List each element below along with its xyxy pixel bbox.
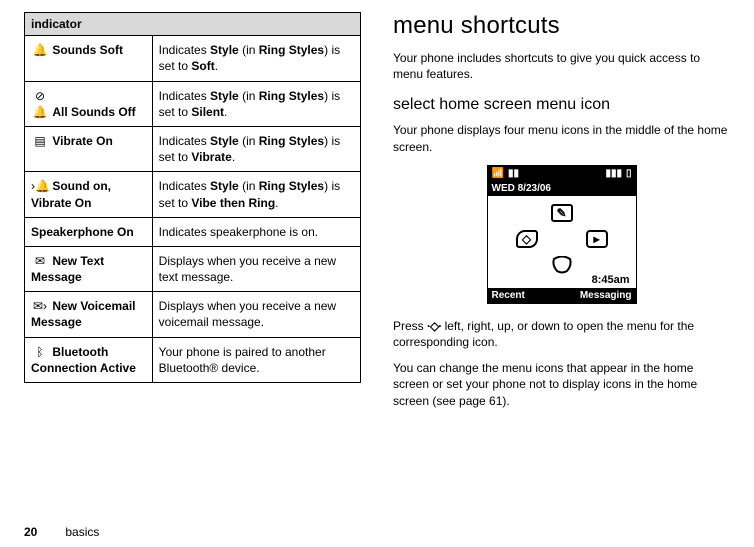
indicator-name: ▤ Vibrate On: [25, 126, 153, 171]
indicator-description: Your phone is paired to another Bluetoot…: [152, 337, 360, 382]
indicator-header: indicator: [25, 13, 361, 36]
heading-select-home-screen: select home screen menu icon: [393, 96, 730, 114]
indicator-description: Indicates Style (in Ring Styles) is set …: [152, 172, 360, 217]
phone-menu-icon-left: ◇: [516, 230, 538, 248]
heading-menu-shortcuts: menu shortcuts: [393, 12, 730, 40]
indicator-description: Displays when you receive a new voicemai…: [152, 292, 360, 337]
indicator-description: Indicates speakerphone is on.: [152, 217, 360, 246]
indicator-name: ᛒ Bluetooth Connection Active: [25, 337, 153, 382]
paragraph-four-icons: Your phone displays four menu icons in t…: [393, 122, 730, 154]
battery-icon: ▯: [626, 168, 632, 179]
phone-menu-icon-right: ▸: [586, 230, 608, 248]
paragraph-press-nav: Press ·◇· left, right, up, or down to op…: [393, 318, 730, 350]
indicator-icon: ›🔔: [31, 178, 49, 194]
page-footer: 20 basics: [24, 525, 99, 539]
indicator-description: Indicates Style (in Ring Styles) is set …: [152, 126, 360, 171]
indicator-description: Indicates Style (in Ring Styles) is set …: [152, 81, 360, 126]
indicator-description: Displays when you receive a new text mes…: [152, 246, 360, 291]
page-number: 20: [24, 525, 37, 539]
indicator-name: 🔔 Sounds Soft: [25, 36, 153, 81]
signal-icon: 📶: [492, 168, 504, 179]
footer-section: basics: [65, 525, 99, 539]
paragraph-change-icons: You can change the menu icons that appea…: [393, 360, 730, 409]
phone-menu-icon-bottom: [551, 256, 573, 274]
indicator-icon: ✉›: [31, 298, 49, 314]
paragraph-intro: Your phone includes shortcuts to give yo…: [393, 50, 730, 82]
indicator-name: ›🔔 Sound on, Vibrate On: [25, 172, 153, 217]
indicator-icon: ▤: [31, 133, 49, 149]
signal-bars: ▮▮: [508, 168, 519, 179]
indicator-name: ✉ New Text Message: [25, 246, 153, 291]
indicator-icon: ⊘🔔: [31, 88, 49, 120]
phone-date: WED 8/23/06: [492, 183, 551, 194]
indicator-icon: 🔔: [31, 42, 49, 58]
indicator-name: ⊘🔔 All Sounds Off: [25, 81, 153, 126]
phone-time: 8:45am: [592, 274, 630, 286]
indicator-name: Speakerphone On: [25, 217, 153, 246]
phone-menu-icon-top: ✎: [551, 204, 573, 222]
indicator-icon: ✉: [31, 253, 49, 269]
indicator-description: Indicates Style (in Ring Styles) is set …: [152, 36, 360, 81]
phone-softkey-right: Messaging: [580, 290, 632, 301]
indicator-name: ✉› New Voicemail Message: [25, 292, 153, 337]
indicator-table: indicator 🔔 Sounds SoftIndicates Style (…: [24, 12, 361, 383]
indicator-icon: ᛒ: [31, 344, 49, 360]
nav-key-icon: ·◇·: [427, 318, 441, 334]
phone-screen-illustration: 📶 ▮▮ ▮▮▮ ▯ WED 8/23/06 ✎ ◇ ▸ 8:45am Recent…: [487, 165, 637, 304]
battery-bars: ▮▮▮: [605, 168, 622, 179]
phone-softkey-left: Recent: [492, 290, 525, 301]
